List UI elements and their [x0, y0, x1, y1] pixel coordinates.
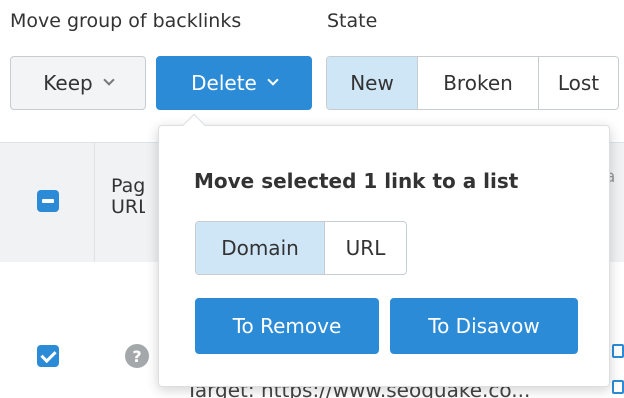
- popover-arrow: [182, 113, 206, 137]
- delete-dropdown[interactable]: Delete: [156, 56, 312, 110]
- to-disavow-button[interactable]: To Disavow: [390, 298, 578, 354]
- state-tab-broken[interactable]: Broken: [417, 57, 538, 109]
- move-group-label: Move group of backlinks: [10, 10, 242, 32]
- external-link-icon[interactable]: [612, 344, 624, 358]
- checkbox-checked-icon[interactable]: [37, 345, 59, 367]
- popover-title: Move selected 1 link to a list: [194, 169, 519, 193]
- scope-tab-url[interactable]: URL: [324, 222, 406, 274]
- column-divider: [94, 142, 95, 262]
- move-to-list-popover: Move selected 1 link to a list Domain UR…: [158, 113, 610, 387]
- state-segmented-control: New Broken Lost: [326, 56, 619, 110]
- scope-tab-domain[interactable]: Domain: [196, 222, 324, 274]
- page-url-column-header: Page URL: [111, 176, 145, 218]
- keep-dropdown[interactable]: Keep: [10, 56, 146, 110]
- keep-label: Keep: [43, 71, 93, 95]
- state-tab-new[interactable]: New: [327, 57, 417, 109]
- chevron-down-icon: [103, 74, 115, 86]
- minus-checkbox-icon[interactable]: [37, 190, 59, 212]
- state-tab-lost[interactable]: Lost: [538, 57, 618, 109]
- external-link-icon[interactable]: [612, 380, 624, 394]
- state-label: State: [327, 10, 378, 32]
- question-circle-icon[interactable]: ?: [125, 344, 149, 368]
- delete-label: Delete: [191, 71, 257, 95]
- to-remove-button[interactable]: To Remove: [195, 298, 379, 354]
- chevron-down-icon: [267, 74, 279, 86]
- scope-segmented-control: Domain URL: [195, 221, 407, 275]
